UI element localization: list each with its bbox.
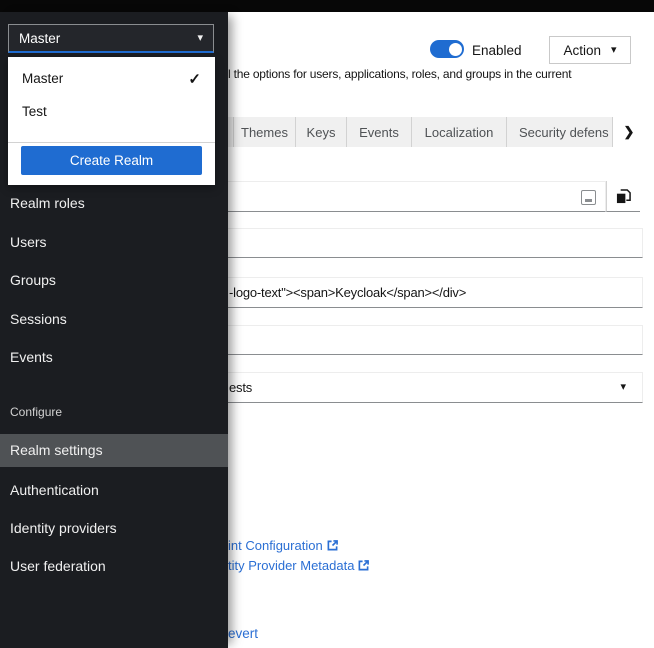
tabs-overflow-chevron-button[interactable]: ❯ <box>613 117 645 147</box>
tab-themes[interactable]: Themes <box>234 117 296 147</box>
sidebar: Master ▾ Master ✓ Test Create Realm Real… <box>0 12 228 648</box>
sidebar-item-user-federation[interactable]: User federation <box>0 547 228 585</box>
tab-keys[interactable]: Keys <box>296 117 347 147</box>
realm-option-label: Master <box>22 71 63 86</box>
caret-down-icon: ▾ <box>620 382 626 393</box>
sidebar-item-events[interactable]: Events <box>0 338 228 376</box>
realm-dropdown-panel: Master ✓ Test Create Realm <box>8 57 215 185</box>
sidebar-item-authentication[interactable]: Authentication <box>0 471 228 509</box>
sidebar-item-groups[interactable]: Groups <box>0 261 228 299</box>
realm-id-input[interactable] <box>180 181 606 212</box>
external-link-icon <box>358 560 369 571</box>
external-link-icon <box>327 540 338 551</box>
realm-option-test[interactable]: Test <box>8 95 215 128</box>
masthead-bar <box>0 0 654 12</box>
copy-icon <box>616 189 631 204</box>
dropdown-separator <box>8 142 215 143</box>
check-icon: ✓ <box>188 70 201 88</box>
endpoint-configuration-link-label: int Configuration <box>228 538 323 553</box>
sidebar-item-identity-providers[interactable]: Identity providers <box>0 509 228 547</box>
revert-button[interactable]: evert <box>228 626 258 641</box>
html-display-name-input[interactable]: -logo-text"><span>Keycloak</span></div> <box>180 277 643 308</box>
sidebar-section-configure: Configure <box>0 402 228 422</box>
require-ssl-select[interactable]: ests ▾ <box>180 372 643 403</box>
caret-down-icon: ▾ <box>611 45 617 56</box>
identity-provider-metadata-link[interactable]: tity Provider Metadata <box>228 558 369 573</box>
frontend-url-input[interactable] <box>180 325 643 355</box>
tab-localization[interactable]: Localization <box>412 117 507 147</box>
sidebar-item-realm-roles[interactable]: Realm roles <box>0 184 228 222</box>
action-menu-button[interactable]: Action ▾ <box>549 36 631 64</box>
keycloak-admin-screen: l the options for users, applications, r… <box>0 0 654 648</box>
enabled-toggle[interactable] <box>430 40 464 58</box>
sidebar-item-users[interactable]: Users <box>0 223 228 261</box>
input-addon-icon <box>581 190 596 205</box>
tab-security-defenses[interactable]: Security defens <box>507 117 613 147</box>
enabled-label: Enabled <box>472 43 522 58</box>
identity-provider-metadata-link-label: tity Provider Metadata <box>228 558 354 573</box>
sidebar-item-sessions[interactable]: Sessions <box>0 300 228 338</box>
realm-selector-value: Master <box>19 31 60 46</box>
caret-down-icon: ▾ <box>197 33 203 44</box>
tab-events[interactable]: Events <box>347 117 412 147</box>
toggle-knob <box>449 43 462 56</box>
realm-selector-toggle[interactable]: Master ▾ <box>8 24 214 53</box>
realm-settings-subtitle: l the options for users, applications, r… <box>228 67 571 81</box>
sidebar-item-realm-settings[interactable]: Realm settings <box>0 434 228 467</box>
require-ssl-value: ests <box>229 373 252 402</box>
display-name-input[interactable] <box>180 228 643 258</box>
create-realm-button[interactable]: Create Realm <box>21 146 202 175</box>
realm-option-label: Test <box>22 104 47 119</box>
action-menu-label: Action <box>563 43 601 58</box>
realm-option-master[interactable]: Master ✓ <box>8 62 215 95</box>
endpoint-configuration-link[interactable]: int Configuration <box>228 538 338 553</box>
copy-realm-id-button[interactable] <box>606 181 640 212</box>
html-display-name-value: -logo-text"><span>Keycloak</span></div> <box>229 278 466 307</box>
